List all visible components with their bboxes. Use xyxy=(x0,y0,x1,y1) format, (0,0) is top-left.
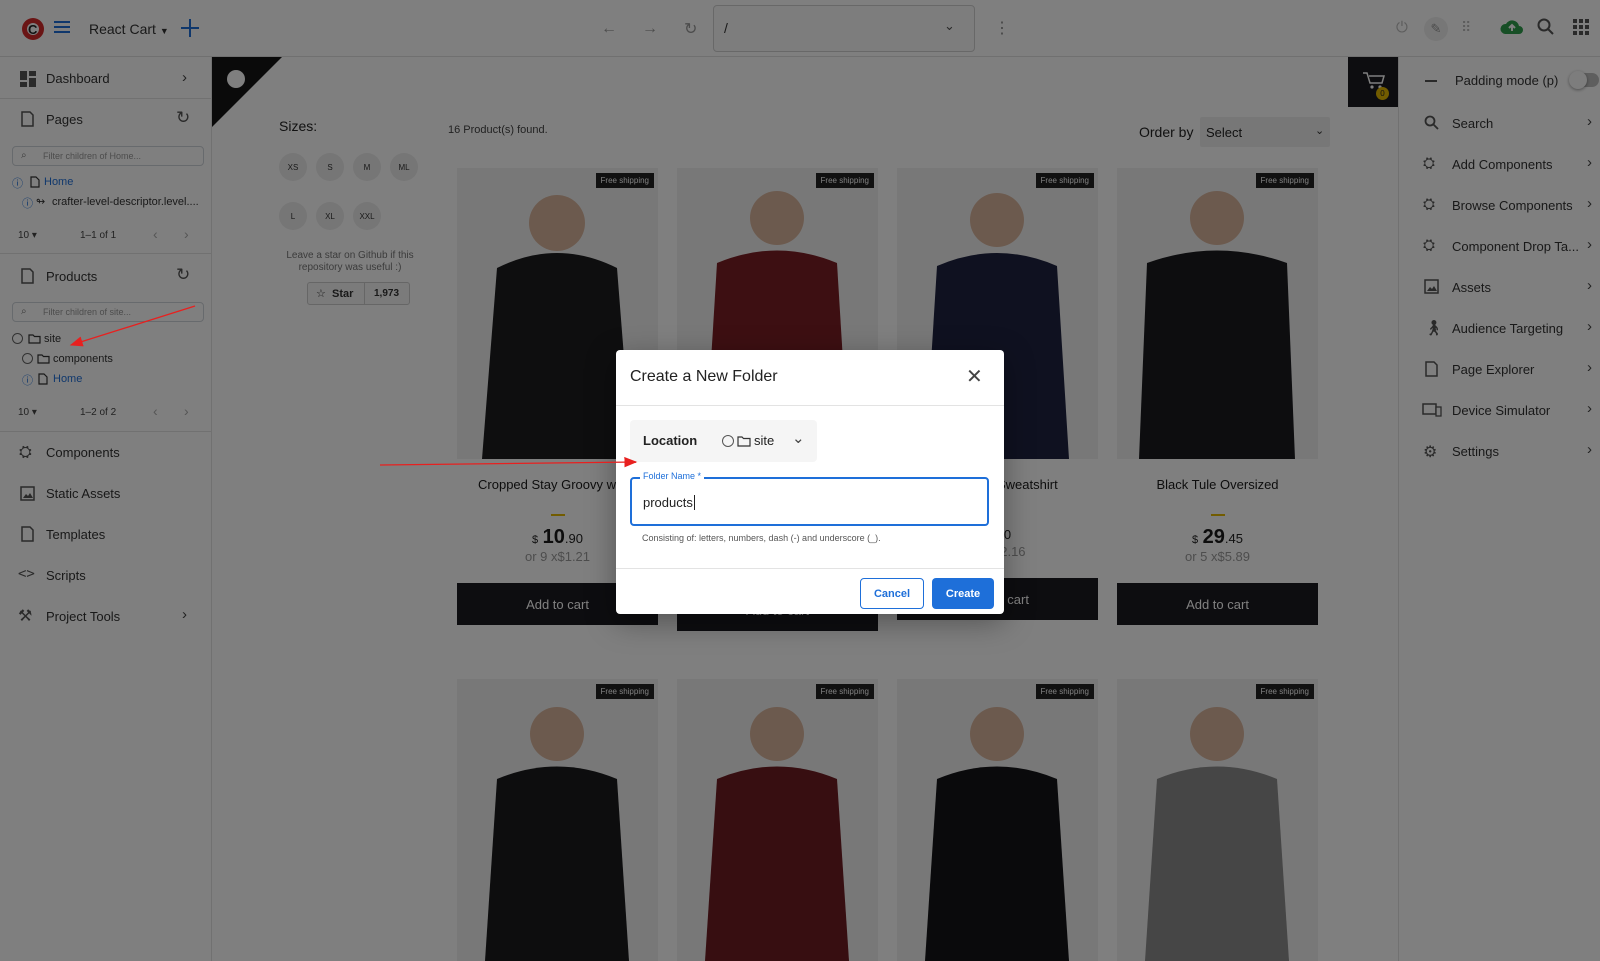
annotation-arrow-site xyxy=(69,305,196,347)
annotation-arrow-location xyxy=(379,456,638,468)
annotation-arrows xyxy=(69,305,638,468)
